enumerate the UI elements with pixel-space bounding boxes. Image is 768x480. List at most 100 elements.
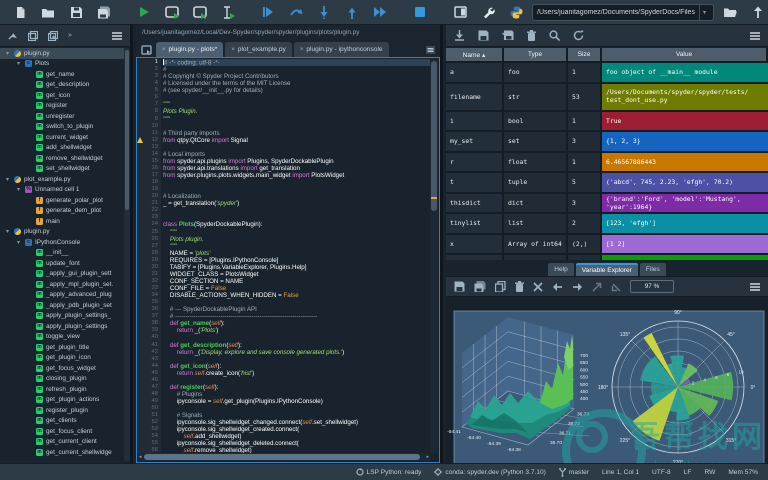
editor-vertical-scrollbar[interactable]	[430, 59, 438, 453]
browse-directory-icon[interactable]	[718, 2, 742, 23]
editor-horizontal-scrollbar[interactable]: ◂▸	[138, 453, 430, 461]
collapse-all-icon[interactable]	[28, 31, 38, 41]
plots-options-menu-icon[interactable]	[750, 283, 760, 291]
variable-row[interactable]: afoo1foo object of __main__ module	[446, 63, 768, 84]
search-icon[interactable]	[549, 30, 560, 41]
outline-item[interactable]: mget_name	[0, 69, 124, 80]
variable-explorer-options-menu-icon[interactable]	[750, 32, 760, 40]
outline-item[interactable]: ▾plot_example.py	[0, 174, 124, 185]
save-icon[interactable]	[64, 2, 88, 23]
outline-scrollbar[interactable]	[124, 48, 130, 461]
pane-tab-help[interactable]: Help	[548, 263, 574, 276]
conda-env-status[interactable]: conda: spyder.dev (Python 3.7.10)	[434, 468, 545, 476]
pane-tab-files[interactable]: Files	[640, 263, 666, 276]
code-editor[interactable]: 1234567891011121314151617181920212223242…	[136, 57, 440, 463]
column-header-value[interactable]: Value	[602, 48, 768, 61]
parent-directory-icon[interactable]	[746, 2, 768, 23]
outline-item[interactable]: mcurrent_widget	[0, 132, 124, 143]
run-cell-icon[interactable]	[160, 2, 184, 23]
outline-item[interactable]: mget_description	[0, 80, 124, 91]
python-logo-icon[interactable]	[504, 2, 528, 23]
plots-figure-canvas[interactable]: 700650600550500450400-84.41-84.40-84.39-…	[446, 297, 768, 475]
variable-row[interactable]: ibool1True	[446, 112, 768, 133]
previous-plot-icon[interactable]	[552, 282, 563, 292]
outline-item[interactable]: mset_shellwidget	[0, 164, 124, 175]
stop-icon[interactable]	[408, 2, 432, 23]
outline-item[interactable]: ▾%Unnamed cell 1	[0, 185, 124, 196]
outline-item[interactable]: madd_shellwidget	[0, 143, 124, 154]
variable-table-header[interactable]: Name ▴TypeSizeValue	[446, 48, 768, 63]
editor-options-menu-icon[interactable]	[422, 42, 438, 57]
outline-item[interactable]: mget_plugin_title	[0, 342, 124, 353]
import-data-icon[interactable]	[454, 30, 465, 41]
show-more-icon[interactable]: »	[68, 32, 72, 39]
outline-item[interactable]: m_apply_pdb_plugin_set	[0, 300, 124, 311]
outline-item[interactable]: ▾plugin.py	[0, 48, 124, 59]
column-header-size[interactable]: Size	[568, 48, 602, 61]
outline-item[interactable]: mregister_plugin	[0, 405, 124, 416]
variable-row[interactable]: xArray of int64(2,)[1 2]	[446, 235, 768, 256]
run-selection-icon[interactable]	[216, 2, 240, 23]
go-to-cursor-icon[interactable]	[8, 31, 18, 40]
next-plot-icon[interactable]	[572, 282, 583, 292]
close-tab-icon[interactable]: ×	[300, 47, 304, 53]
git-branch-status[interactable]: master	[559, 468, 589, 477]
combo-caret-icon[interactable]: ▾	[699, 5, 709, 20]
run-cell-advance-icon[interactable]	[188, 2, 212, 23]
working-directory-combo[interactable]: /Users/juanitagomez/Documents/SpyderDocs…	[532, 4, 714, 21]
save-plot-icon[interactable]	[454, 281, 465, 292]
outline-item[interactable]: mrefresh_plugin	[0, 384, 124, 395]
outline-item[interactable]: mget_clients	[0, 416, 124, 427]
close-all-plots-icon[interactable]	[533, 282, 543, 292]
outline-item[interactable]: m_apply_gui_plugin_sett	[0, 269, 124, 280]
chevron-down-icon[interactable]: ▾	[15, 60, 22, 67]
debug-icon[interactable]	[256, 2, 280, 23]
run-icon[interactable]	[132, 2, 156, 23]
variable-row[interactable]: rfloat16.46567886443	[446, 153, 768, 174]
column-header-type[interactable]: Type	[504, 48, 568, 61]
maximize-pane-icon[interactable]	[448, 2, 472, 23]
outline-item[interactable]: mupdate_font	[0, 258, 124, 269]
chevron-down-icon[interactable]: ▾	[15, 239, 22, 246]
outline-item[interactable]: mswitch_to_plugin	[0, 122, 124, 133]
continue-icon[interactable]	[368, 2, 392, 23]
chevron-down-icon[interactable]: ▾	[4, 176, 11, 183]
refresh-icon[interactable]	[573, 30, 584, 41]
outline-item[interactable]: ▾cIPythonConsole	[0, 237, 124, 248]
outline-item[interactable]: ▾plugin.py	[0, 227, 124, 238]
step-over-icon[interactable]	[284, 2, 308, 23]
outline-item[interactable]: mget_current_client	[0, 437, 124, 448]
save-all-icon[interactable]	[92, 2, 116, 23]
variable-row[interactable]: tinylistlist2[123, 'efgh']	[446, 214, 768, 235]
expand-all-icon[interactable]	[48, 31, 58, 41]
outline-item[interactable]: mget_focus_widget	[0, 363, 124, 374]
close-tab-icon[interactable]: ×	[231, 47, 235, 53]
outline-item[interactable]: mget_plugin_icon	[0, 353, 124, 364]
outline-item[interactable]: mget_current_shellwidge	[0, 447, 124, 458]
variable-row[interactable]: thisdictdict3{'brand':'Ford', 'model':'M…	[446, 194, 768, 215]
outline-item[interactable]: ▾cPlots	[0, 59, 124, 70]
save-data-as-icon[interactable]	[502, 30, 514, 41]
outline-item[interactable]: mapply_plugin_settings_	[0, 311, 124, 322]
outline-item[interactable]: mregister	[0, 101, 124, 112]
pane-tab-variable-explorer[interactable]: Variable Explorer	[576, 263, 638, 276]
close-tab-icon[interactable]: ×	[162, 47, 166, 53]
new-file-icon[interactable]	[8, 2, 32, 23]
editor-tab[interactable]: ×plugin.py - ipythonconsole	[294, 42, 389, 57]
step-out-icon[interactable]	[340, 2, 364, 23]
outline-item[interactable]: mget_plugin_actions	[0, 395, 124, 406]
column-header-name[interactable]: Name ▴	[446, 48, 504, 61]
code-text[interactable]: # -*- coding: utf-8 -*-## Copyright © Sp…	[163, 59, 430, 453]
variable-table[interactable]: Name ▴TypeSizeValueafoo1foo object of __…	[446, 48, 768, 276]
variable-row[interactable]: ttuple5('abcd', 745, 2.23, 'efgh', 70.2)	[446, 173, 768, 194]
variable-row[interactable]: filenamestr53/Users/Documents/spyder/spy…	[446, 84, 768, 112]
outline-item[interactable]: m_apply_advanced_plug	[0, 290, 124, 301]
lsp-status[interactable]: LSP Python: ready	[356, 468, 422, 476]
zoom-out-icon[interactable]	[611, 282, 621, 292]
outline-item[interactable]: mremove_shellwidget	[0, 153, 124, 164]
outline-item[interactable]: m_apply_mpl_plugin_set.	[0, 279, 124, 290]
editor-tab[interactable]: ×plugin.py - plots*	[156, 42, 223, 57]
chevron-down-icon[interactable]: ▾	[15, 186, 22, 193]
outline-item[interactable]: mget_icon	[0, 90, 124, 101]
save-data-icon[interactable]	[478, 30, 489, 41]
